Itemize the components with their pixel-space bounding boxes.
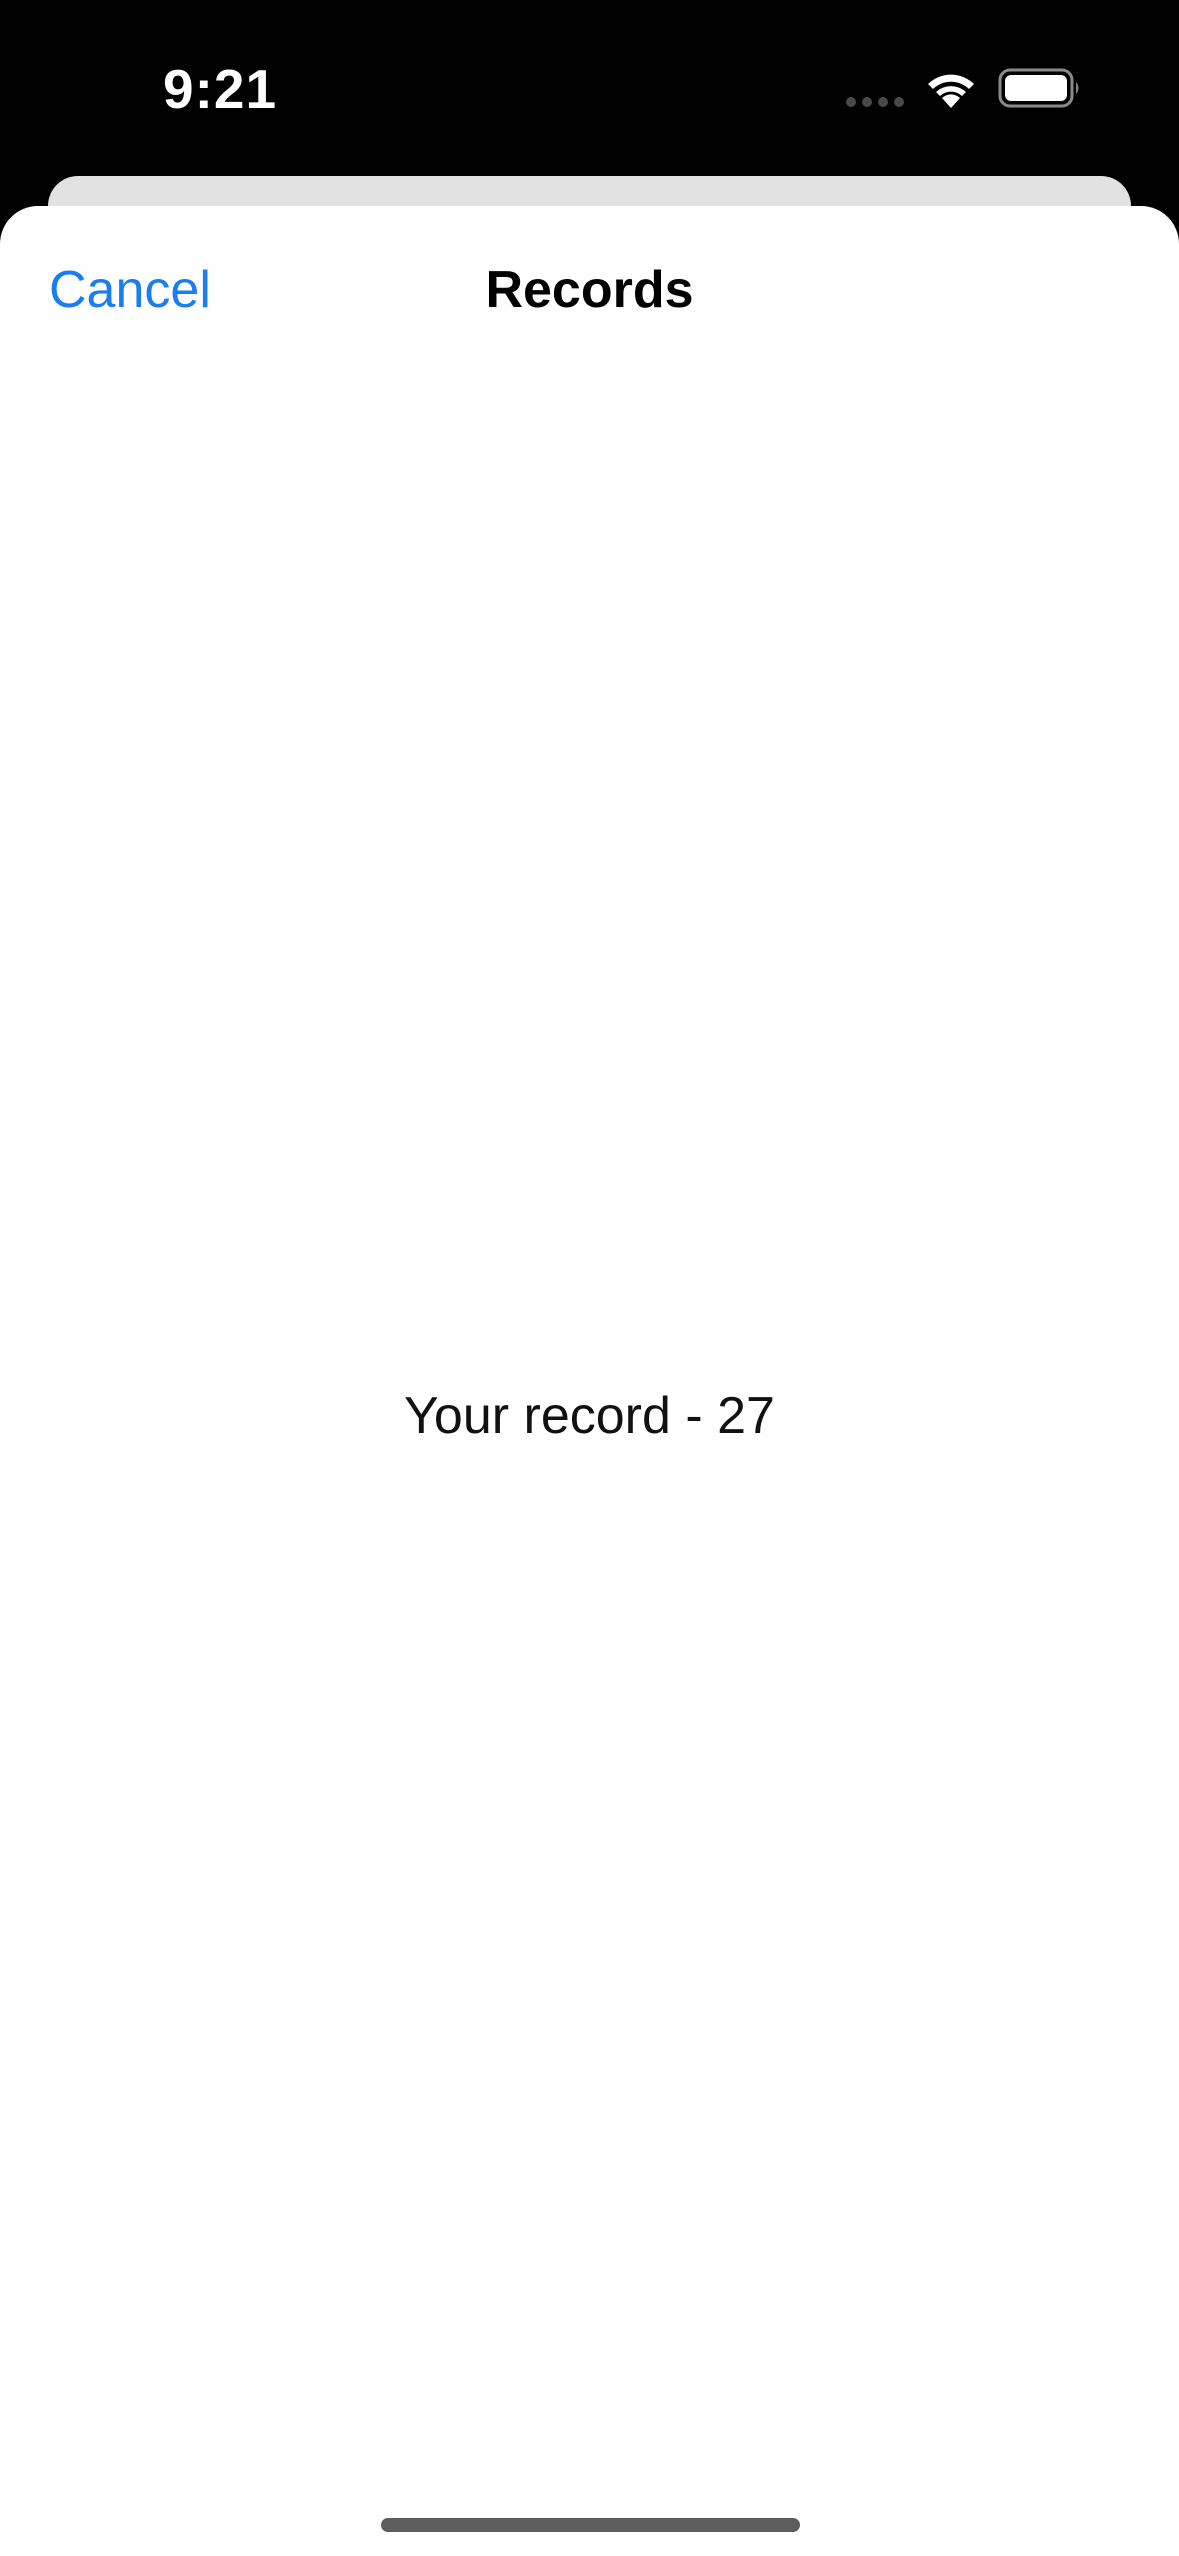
navigation-bar: Cancel Records bbox=[0, 206, 1179, 381]
page-title: Records bbox=[485, 261, 694, 319]
cellular-signal-icon bbox=[846, 97, 904, 107]
status-bar: 9:21 bbox=[0, 0, 1179, 175]
record-label: Your record - 27 bbox=[404, 1387, 775, 1445]
battery-icon bbox=[998, 68, 1079, 108]
status-time: 9:21 bbox=[163, 58, 278, 120]
wifi-icon bbox=[928, 74, 974, 108]
records-sheet: Cancel Records Your record - 27 bbox=[0, 206, 1179, 2556]
phone-screen: 9:21 Cancel Records Your record - 27 bbox=[0, 0, 1179, 2556]
home-indicator[interactable] bbox=[381, 2518, 800, 2532]
